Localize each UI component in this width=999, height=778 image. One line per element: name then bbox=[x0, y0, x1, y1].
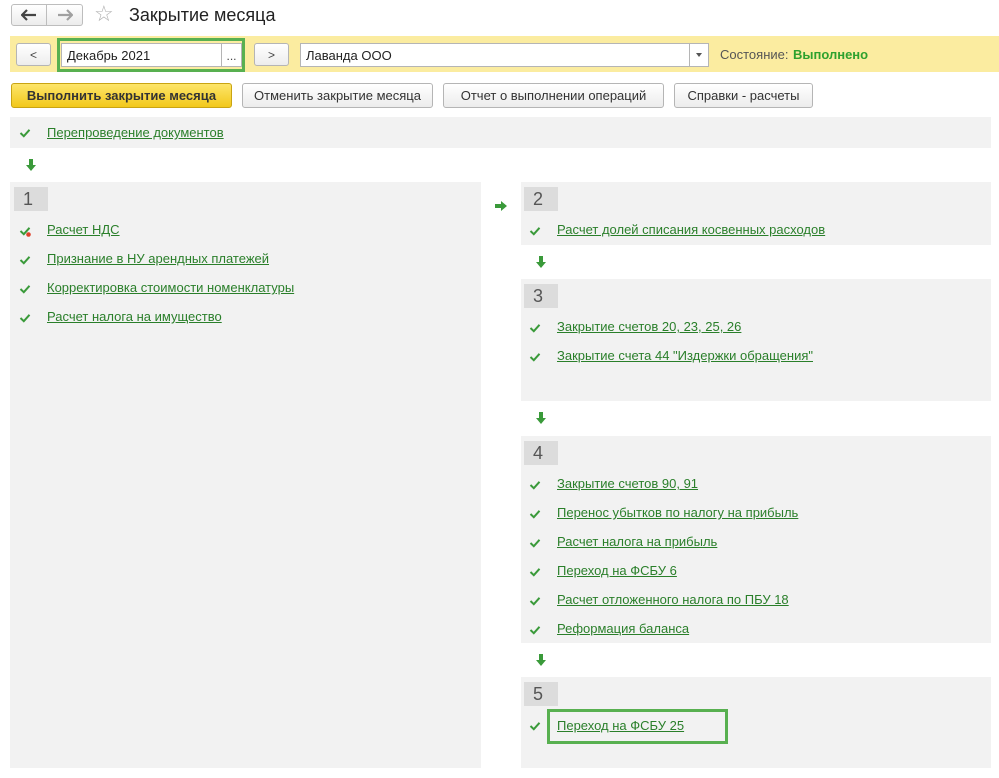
operation-link[interactable]: Закрытие счетов 20, 23, 25, 26 bbox=[557, 319, 741, 334]
operation-link[interactable]: Реформация баланса bbox=[557, 621, 689, 636]
state-label: Состояние: bbox=[720, 47, 789, 62]
next-period-button[interactable]: > bbox=[254, 43, 289, 66]
arrow-down-icon bbox=[536, 412, 546, 424]
operation-link[interactable]: Расчет отложенного налога по ПБУ 18 bbox=[557, 592, 789, 607]
arrow-right-flow-icon bbox=[495, 201, 507, 211]
operation-link[interactable]: Закрытие счета 44 "Издержки обращения" bbox=[557, 348, 813, 363]
star-icon[interactable]: ☆ bbox=[94, 3, 114, 25]
group-number: 3 bbox=[524, 284, 558, 308]
operation-link[interactable]: Корректировка стоимости номенклатуры bbox=[47, 280, 294, 295]
check-icon bbox=[529, 510, 541, 519]
operation-link[interactable]: Переход на ФСБУ 25 bbox=[557, 718, 684, 733]
check-icon bbox=[19, 314, 31, 323]
reposting-documents-link[interactable]: Перепроведение документов bbox=[47, 125, 224, 140]
check-icon bbox=[19, 285, 31, 294]
operations-report-button[interactable]: Отчет о выполнении операций bbox=[443, 83, 664, 108]
organization-dropdown-button[interactable] bbox=[689, 43, 709, 67]
period-select-button[interactable]: ... bbox=[222, 43, 242, 67]
arrow-left-icon bbox=[21, 9, 36, 21]
operation-link[interactable]: Расчет налога на прибыль bbox=[557, 534, 717, 549]
group-1-panel bbox=[10, 182, 481, 768]
operation-link[interactable]: Расчет НДС bbox=[47, 222, 120, 237]
check-icon bbox=[19, 129, 31, 138]
arrow-down-icon bbox=[536, 256, 546, 268]
check-icon bbox=[529, 539, 541, 548]
check-icon bbox=[529, 626, 541, 635]
group-number: 1 bbox=[14, 187, 48, 211]
check-icon bbox=[529, 324, 541, 333]
period-field[interactable]: Декабрь 2021 bbox=[61, 43, 222, 67]
operation-link[interactable]: Расчет налога на имущество bbox=[47, 309, 222, 324]
cancel-close-month-button[interactable]: Отменить закрытие месяца bbox=[242, 83, 433, 108]
group-3-panel bbox=[521, 279, 991, 401]
operation-link[interactable]: Переход на ФСБУ 6 bbox=[557, 563, 677, 578]
check-icon bbox=[529, 597, 541, 606]
group-number: 2 bbox=[524, 187, 558, 211]
group-number: 4 bbox=[524, 441, 558, 465]
check-warning-icon bbox=[19, 227, 31, 237]
arrow-right-icon bbox=[57, 9, 73, 21]
check-icon bbox=[19, 256, 31, 265]
operation-link[interactable]: Перенос убытков по налогу на прибыль bbox=[557, 505, 798, 520]
check-icon bbox=[529, 722, 541, 731]
back-button[interactable] bbox=[11, 4, 47, 26]
operation-link[interactable]: Признание в НУ арендных платежей bbox=[47, 251, 269, 266]
group-number: 5 bbox=[524, 682, 558, 706]
arrow-down-icon bbox=[26, 159, 36, 171]
check-icon bbox=[529, 227, 541, 236]
run-close-month-button[interactable]: Выполнить закрытие месяца bbox=[11, 83, 232, 108]
state-value: Выполнено bbox=[793, 47, 869, 62]
reference-calculations-button[interactable]: Справки - расчеты bbox=[674, 83, 813, 108]
operation-link[interactable]: Расчет долей списания косвенных расходов bbox=[557, 222, 825, 237]
arrow-down-icon bbox=[536, 654, 546, 666]
page-title: Закрытие месяца bbox=[129, 5, 276, 25]
forward-button[interactable] bbox=[47, 4, 83, 26]
organization-field[interactable]: Лаванда ООО bbox=[300, 43, 690, 67]
prev-period-button[interactable]: < bbox=[16, 43, 51, 66]
check-icon bbox=[529, 481, 541, 490]
check-icon bbox=[529, 353, 541, 362]
operation-link[interactable]: Закрытие счетов 90, 91 bbox=[557, 476, 698, 491]
check-icon bbox=[529, 568, 541, 577]
